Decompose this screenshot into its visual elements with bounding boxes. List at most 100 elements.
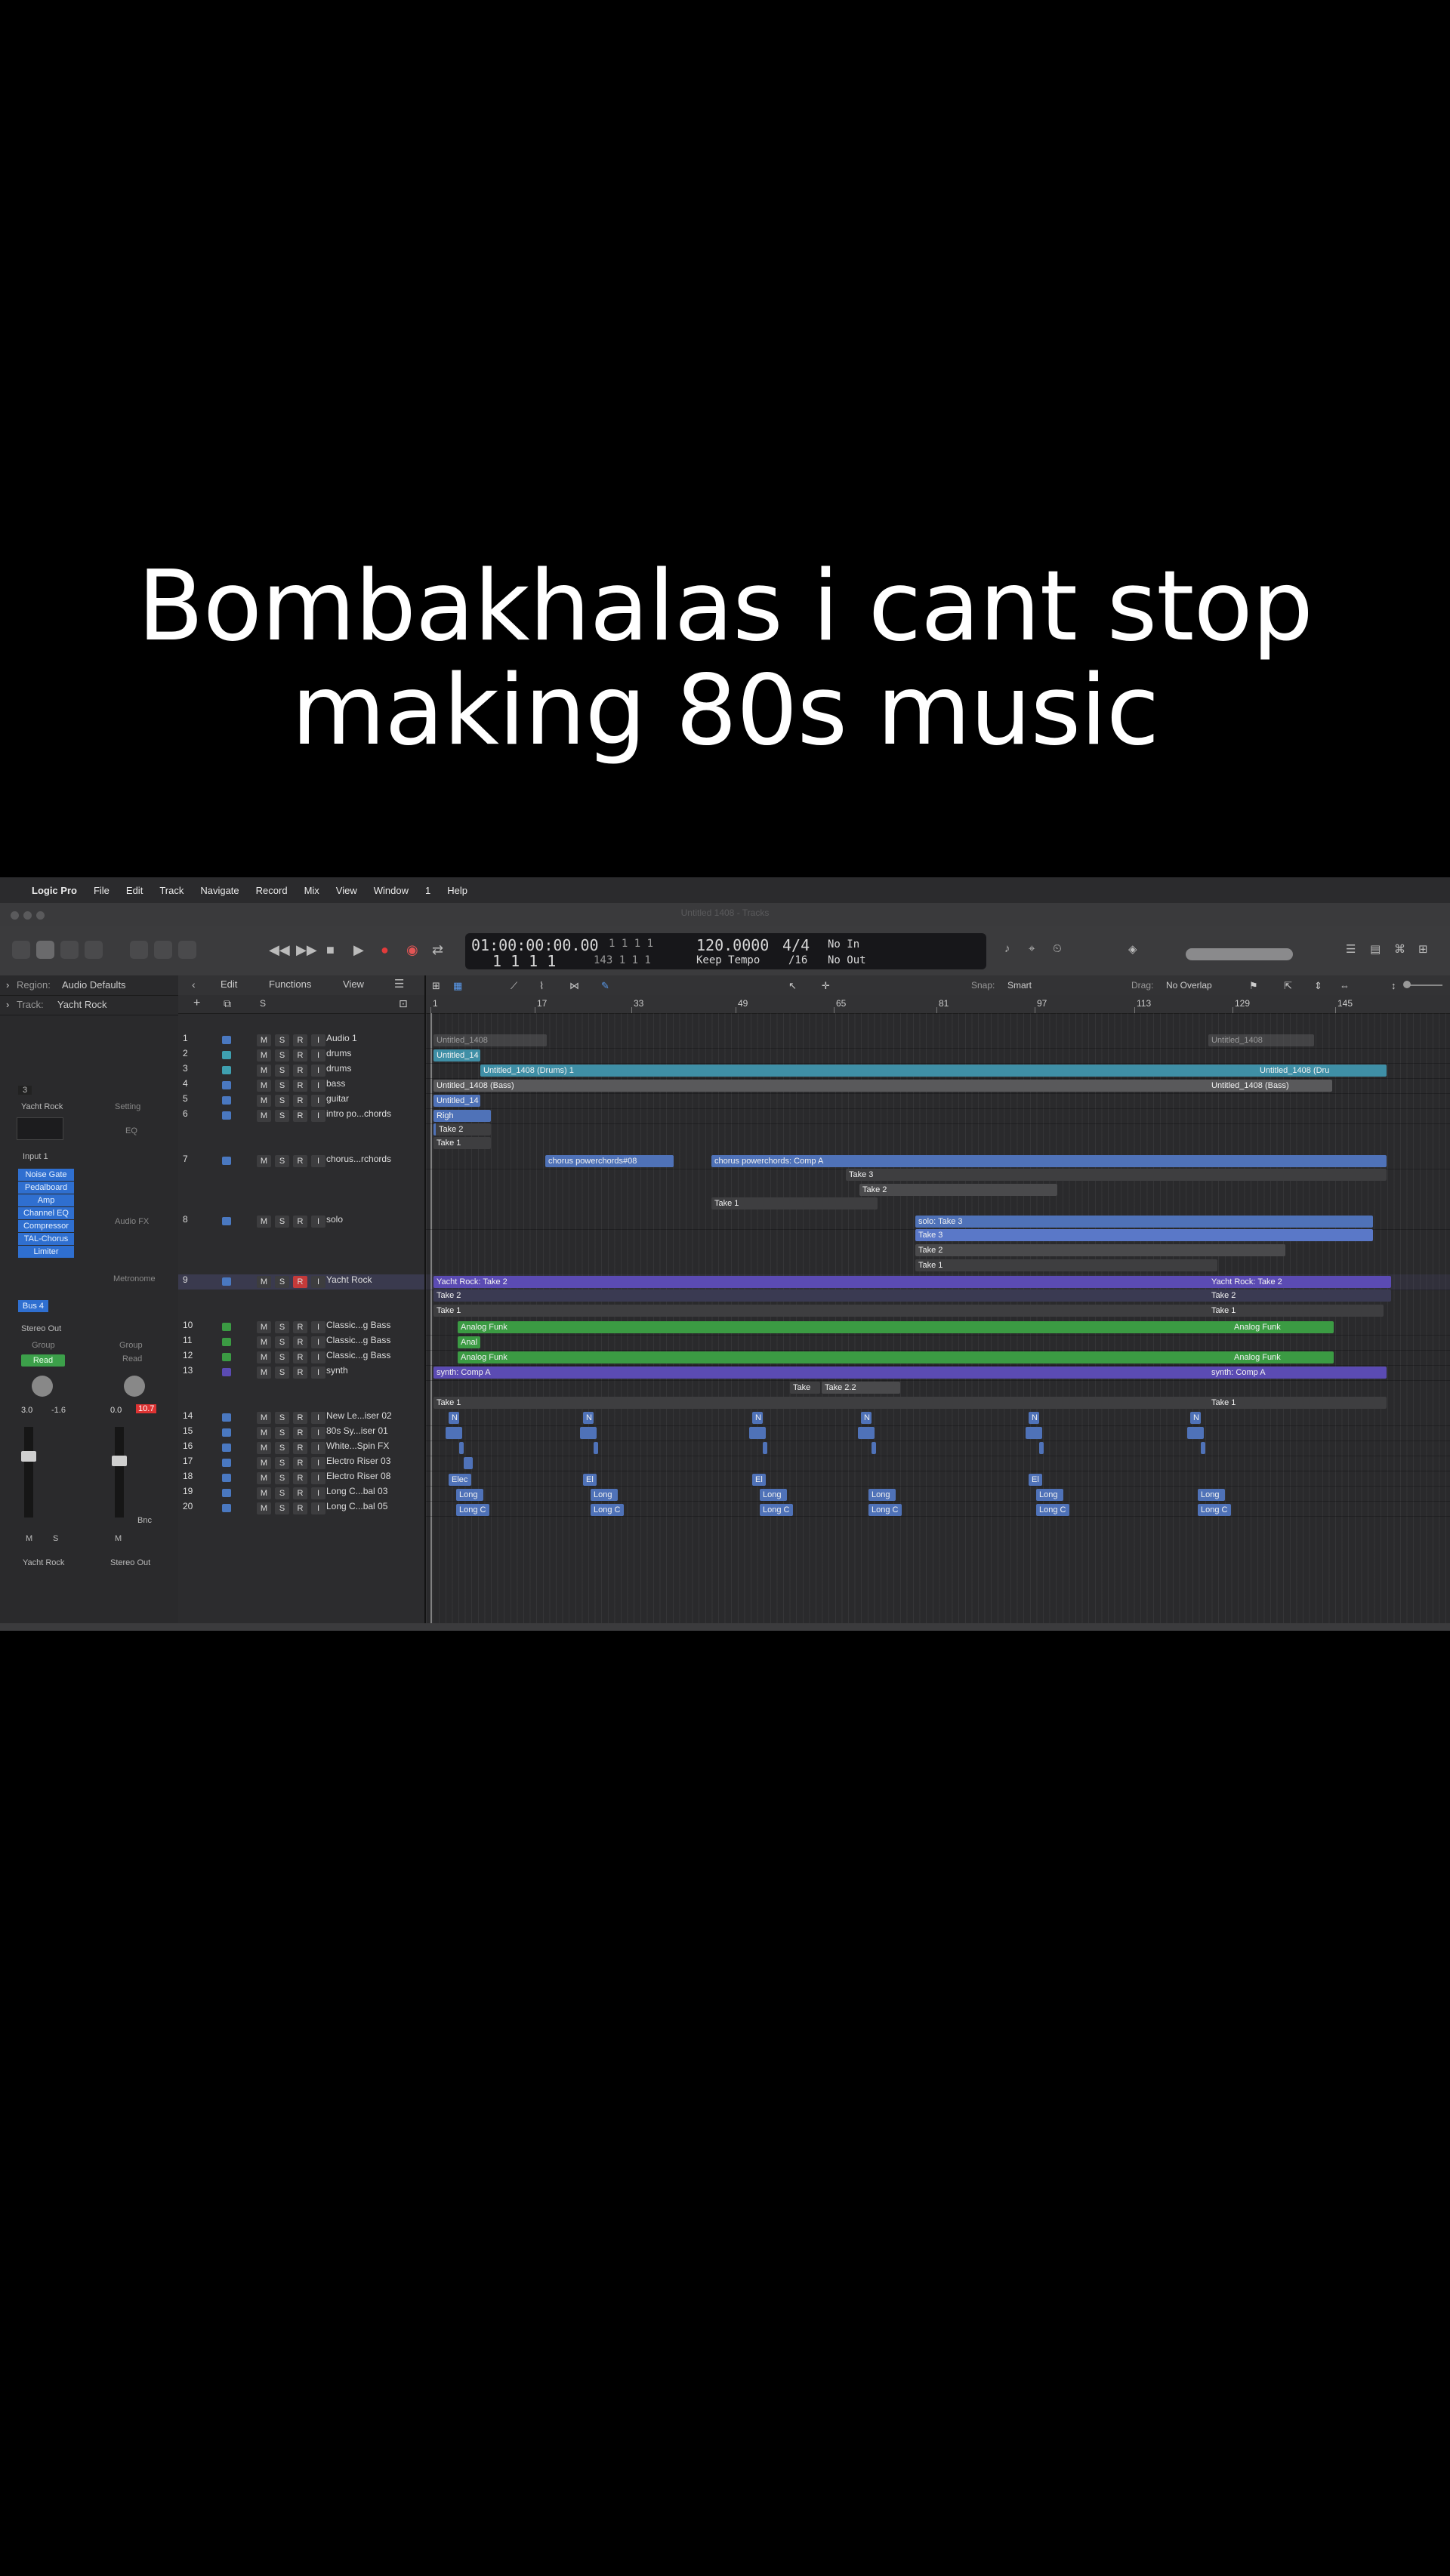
mute-button[interactable]: M [257, 1321, 271, 1333]
region[interactable] [580, 1427, 597, 1439]
input-monitor-button[interactable]: I [311, 1412, 325, 1424]
fast-forward-icon[interactable]: ▶▶ [296, 942, 317, 958]
region[interactable]: Untitled_14 [433, 1095, 480, 1107]
track-name[interactable]: Long C...bal 05 [326, 1501, 417, 1511]
volume-fader[interactable] [24, 1427, 33, 1518]
solo-button[interactable]: S [275, 1336, 289, 1348]
region[interactable]: Long [456, 1489, 483, 1501]
mute-button[interactable]: M [115, 1534, 122, 1543]
region[interactable]: Long [591, 1489, 618, 1501]
input-slot[interactable]: Input 1 [23, 1152, 48, 1161]
pan-knob[interactable] [32, 1376, 53, 1397]
track-lane[interactable] [426, 1048, 1450, 1064]
region[interactable]: Untitled_1408 (Bass) [1208, 1080, 1332, 1092]
menu-window[interactable]: Window [374, 885, 409, 896]
menu-record[interactable]: Record [256, 885, 288, 896]
plugin-amp[interactable]: Amp [18, 1194, 74, 1206]
record-enable-button[interactable]: R [293, 1457, 307, 1469]
region[interactable]: Long [868, 1489, 896, 1501]
mute-button[interactable]: M [257, 1502, 271, 1514]
region[interactable]: El [1029, 1474, 1042, 1486]
loop-browser-icon[interactable]: ⌘ [1394, 942, 1405, 956]
mute-button[interactable]: M [257, 1351, 271, 1363]
track-options-icon[interactable]: ⊡ [399, 997, 408, 1010]
input-monitor-button[interactable]: I [311, 1034, 325, 1046]
mute-button[interactable]: M [257, 1472, 271, 1484]
region[interactable] [446, 1427, 462, 1439]
track-name[interactable]: synth [326, 1365, 417, 1376]
region[interactable]: Untitled_1408 (Dru [1257, 1065, 1387, 1077]
track-header[interactable]: 10 M S R I Classic...g Bass [178, 1320, 424, 1335]
menu-track[interactable]: Track [159, 885, 184, 896]
track-name[interactable]: drums [326, 1048, 417, 1058]
zoom-vertical-icon[interactable]: ↕ [1391, 980, 1396, 991]
record-enable-button[interactable]: R [293, 1442, 307, 1454]
snap-select[interactable]: Smart [1007, 980, 1032, 991]
automation-icon[interactable]: ⟋ [511, 980, 517, 992]
region[interactable]: Long C [868, 1504, 902, 1516]
strip-setting[interactable]: 3 [18, 1086, 32, 1095]
track-name[interactable]: White...Spin FX [326, 1441, 417, 1451]
solo-button[interactable]: S [275, 1276, 289, 1288]
automation-mode[interactable]: Read [122, 1354, 142, 1363]
region[interactable]: Take 1 [1208, 1397, 1299, 1409]
record-enable-button[interactable]: R [293, 1034, 307, 1046]
input-monitor-button[interactable]: I [311, 1110, 325, 1122]
mute-button[interactable]: M [257, 1487, 271, 1499]
input-monitor-button[interactable]: I [311, 1472, 325, 1484]
region[interactable]: El [583, 1474, 597, 1486]
waveform-zoom-icon[interactable]: ⚑ [1249, 980, 1258, 992]
track-name[interactable]: Electro Riser 08 [326, 1471, 417, 1481]
mute-button[interactable]: M [257, 1457, 271, 1469]
region[interactable]: Analog Funk [458, 1321, 1334, 1333]
solo-button[interactable]: S [275, 1216, 289, 1228]
input-monitor-button[interactable]: I [311, 1442, 325, 1454]
record-enable-button[interactable]: R [293, 1110, 307, 1122]
functions-menu[interactable]: Functions [269, 978, 311, 990]
region[interactable]: Take 2 [915, 1244, 1285, 1256]
track-lane[interactable] [426, 1471, 1450, 1487]
region[interactable] [1201, 1442, 1205, 1454]
browser-icon[interactable]: ⊞ [1418, 942, 1428, 956]
link-icon[interactable]: ⊞ [432, 980, 440, 992]
region[interactable]: Long [760, 1489, 787, 1501]
track-lane[interactable] [426, 1486, 1450, 1502]
record-enable-button[interactable]: R [293, 1351, 307, 1363]
region[interactable]: Analog Funk [1231, 1351, 1329, 1363]
region[interactable] [1026, 1427, 1042, 1439]
region[interactable]: Take 1 [433, 1137, 491, 1149]
region[interactable]: Long C [591, 1504, 624, 1516]
track-name[interactable]: Audio 1 [326, 1033, 417, 1043]
track-lane[interactable] [426, 1441, 1450, 1456]
region[interactable]: N [1029, 1412, 1039, 1424]
track-header[interactable]: 17 M S R I Electro Riser 03 [178, 1456, 424, 1471]
view-menu[interactable]: View [343, 978, 364, 990]
solo-button[interactable]: S [275, 1321, 289, 1333]
track-header[interactable]: 5 M S R Iguitar [178, 1093, 424, 1108]
solo-button[interactable]: S [275, 1155, 289, 1167]
automation-mode[interactable]: Read [21, 1354, 65, 1367]
list-view-icon[interactable]: ☰ [394, 977, 404, 991]
plugin-compressor[interactable]: Compressor [18, 1220, 74, 1232]
solo-button[interactable]: S [275, 1034, 289, 1046]
region[interactable]: Long [1198, 1489, 1225, 1501]
record-enable-button[interactable]: R [293, 1321, 307, 1333]
play-icon[interactable]: ▶ [353, 942, 364, 958]
mute-button[interactable]: M [257, 1412, 271, 1424]
plugin-tal-chorus[interactable]: TAL-Chorus [18, 1233, 74, 1245]
record-enable-button[interactable]: R [293, 1427, 307, 1439]
track-inspector-header[interactable]: › Track: Yacht Rock [0, 995, 178, 1015]
solo-button[interactable]: S [275, 1457, 289, 1469]
region[interactable]: Long C [1036, 1504, 1069, 1516]
mute-button[interactable]: M [257, 1095, 271, 1107]
input-monitor-button[interactable]: I [311, 1155, 325, 1167]
region[interactable]: Untitled_1408 [1208, 1034, 1314, 1046]
region[interactable] [763, 1442, 767, 1454]
region[interactable]: Take 1 [915, 1259, 1217, 1271]
send-bus[interactable]: Bus 4 [18, 1300, 48, 1312]
record-enable-button[interactable]: R [293, 1080, 307, 1092]
bounce-button[interactable]: Bnc [137, 1516, 152, 1525]
region[interactable] [594, 1442, 598, 1454]
record-enable-button[interactable]: R [293, 1276, 307, 1288]
region[interactable]: Righ [433, 1110, 491, 1122]
